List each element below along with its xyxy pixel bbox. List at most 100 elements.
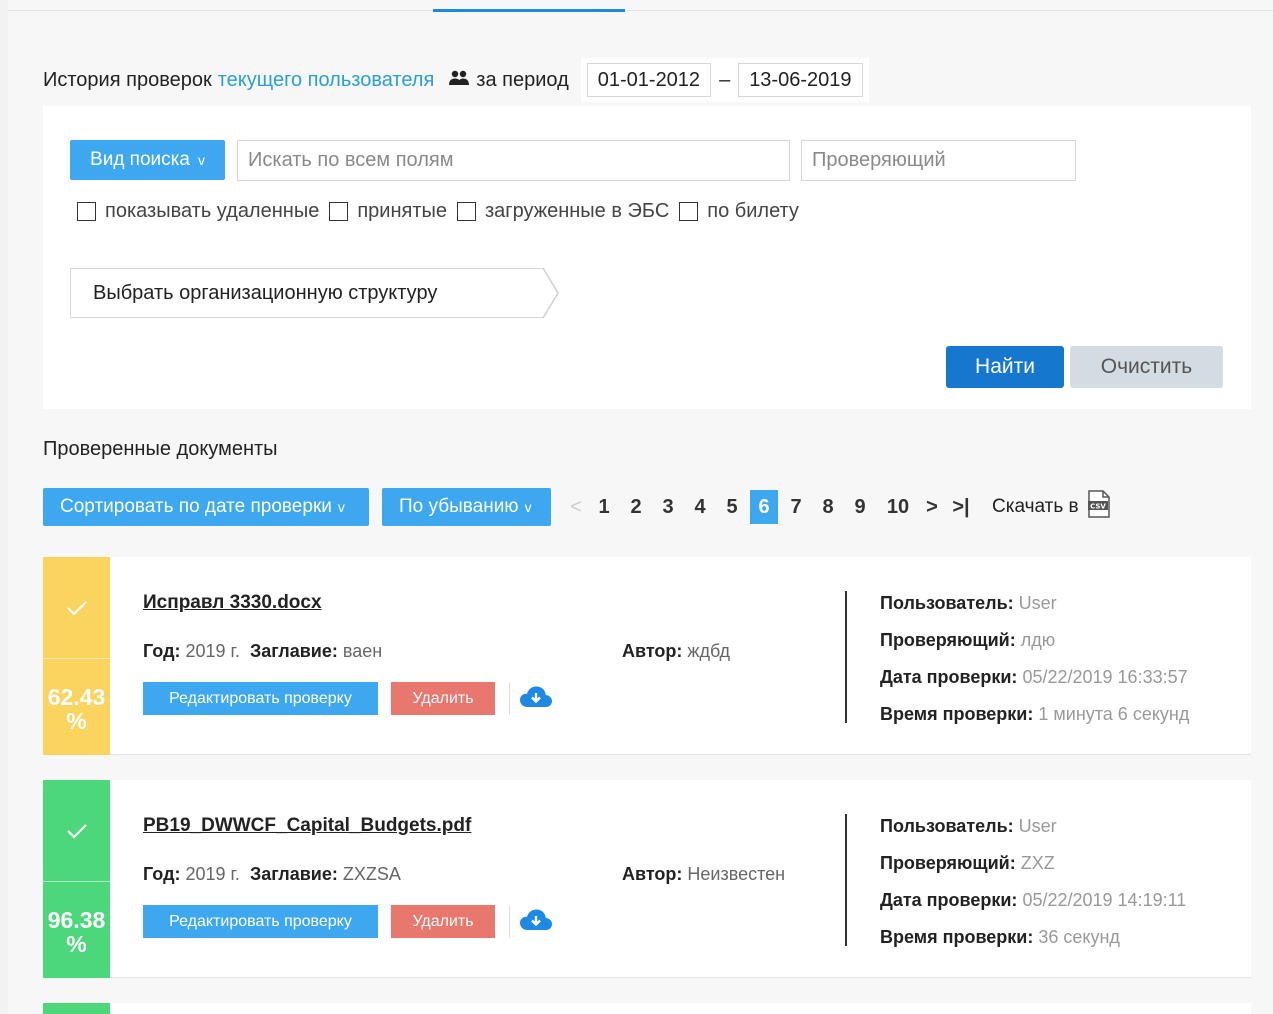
info-user: Пользователь: User	[880, 816, 1057, 837]
pager-next[interactable]: >	[920, 496, 944, 519]
documents-section-title: Проверенные документы	[43, 438, 278, 460]
document-title-link[interactable]: PB19_DWWCF_Capital_Budgets.pdf	[143, 815, 471, 837]
page-2[interactable]: 2	[620, 496, 652, 519]
page-8[interactable]: 8	[812, 496, 844, 519]
caption-label: Заглавие:	[249, 864, 338, 884]
document-card: 96.38 % PB19_DWWCF_Capital_Budgets.pdf Г…	[43, 780, 1251, 978]
date-range-dash: –	[719, 68, 731, 91]
score-percent-sign: %	[66, 708, 87, 734]
score-sidebar: 62.43 %	[43, 557, 110, 755]
time-label: Время проверки:	[880, 927, 1034, 947]
search-all-input[interactable]	[237, 140, 790, 181]
page-5[interactable]: 5	[716, 496, 748, 519]
checkbox-icon[interactable]	[77, 202, 96, 221]
author-value: Неизвестен	[687, 864, 786, 884]
info-checker: Проверяющий: ZXZ	[880, 853, 1055, 874]
search-type-dropdown[interactable]: Вид поиска v	[70, 140, 225, 180]
period-range: 01-01-2012 – 13-06-2019	[580, 58, 869, 102]
checker-value: лдю	[1020, 630, 1056, 650]
pager-last[interactable]: >|	[944, 496, 978, 519]
caption-label: Заглавие:	[249, 641, 338, 661]
checker-input[interactable]	[801, 140, 1076, 181]
checkbox-by-ticket[interactable]: по билету	[679, 200, 799, 223]
action-separator	[509, 683, 510, 715]
date-from-field[interactable]: 01-01-2012	[586, 63, 712, 97]
score-divider	[43, 658, 110, 659]
document-author: Автор: Неизвестен	[622, 864, 785, 885]
user-label: Пользователь:	[880, 593, 1014, 613]
check-icon	[43, 557, 110, 658]
checker-label: Проверяющий:	[880, 630, 1016, 650]
date-label: Дата проверки:	[880, 667, 1018, 687]
chevron-down-icon: v	[197, 152, 205, 168]
cloud-download-icon[interactable]	[519, 908, 553, 932]
chevron-down-icon: v	[524, 499, 532, 515]
order-dropdown[interactable]: По убыванию v	[382, 488, 551, 526]
time-label: Время проверки:	[880, 704, 1034, 724]
time-value: 1 минута 6 секунд	[1038, 704, 1190, 724]
order-label: По убыванию	[399, 496, 519, 517]
document-author: Автор: ждбд	[622, 641, 730, 662]
page-10[interactable]: 10	[876, 496, 920, 519]
checkbox-show-deleted[interactable]: показывать удаленные	[77, 200, 319, 223]
download-label[interactable]: Скачать в	[992, 496, 1079, 518]
svg-text:CSV: CSV	[1090, 503, 1106, 511]
date-value: 05/22/2019 14:19:11	[1022, 890, 1187, 910]
csv-file-icon[interactable]: CSV	[1087, 490, 1111, 524]
score-sidebar: 96.38 %	[43, 780, 110, 978]
page: История проверок текущего пользователя з…	[8, 0, 1273, 1014]
page-7[interactable]: 7	[780, 496, 812, 519]
score-sidebar	[43, 1003, 110, 1014]
top-divider	[8, 10, 1273, 11]
org-structure-button[interactable]: Выбрать организационную структуру	[70, 268, 543, 318]
document-card: 62.43 % Исправл 3330.docx Год: 2019 г. З…	[43, 557, 1251, 755]
checkbox-label: принятые	[357, 200, 447, 222]
checkbox-accepted[interactable]: принятые	[329, 200, 447, 223]
page-3[interactable]: 3	[652, 496, 684, 519]
pager-prev[interactable]: <	[564, 496, 588, 519]
checkbox-label: показывать удаленные	[105, 200, 320, 222]
cloud-download-icon[interactable]	[519, 685, 553, 709]
checkbox-icon[interactable]	[679, 202, 699, 221]
date-to-field[interactable]: 13-06-2019	[738, 63, 863, 97]
edit-check-button[interactable]: Редактировать проверку	[143, 905, 378, 938]
clear-button[interactable]: Очистить	[1070, 346, 1223, 388]
year-value: 2019 г.	[185, 864, 240, 884]
page-6-current[interactable]: 6	[750, 490, 778, 524]
current-user-link[interactable]: текущего пользователя	[218, 69, 435, 92]
history-header: История проверок текущего пользователя з…	[43, 58, 869, 102]
info-check-date: Дата проверки: 05/22/2019 14:19:11	[880, 890, 1186, 911]
score-value: 96.38	[47, 907, 106, 933]
caption-value: ваен	[342, 641, 383, 661]
filter-checkboxes: показывать удаленные принятые загруженны…	[77, 200, 809, 223]
score-percent-sign: %	[66, 931, 87, 957]
info-separator	[845, 814, 847, 946]
checkbox-icon[interactable]	[457, 202, 476, 221]
info-user: Пользователь: User	[880, 593, 1057, 614]
author-label: Автор:	[622, 641, 683, 661]
user-value: User	[1018, 593, 1057, 613]
page-9[interactable]: 9	[844, 496, 876, 519]
document-title-link[interactable]: Исправл 3330.docx	[143, 592, 322, 614]
checkbox-uploaded-ebs[interactable]: загруженные в ЭБС	[457, 200, 669, 223]
sort-dropdown[interactable]: Сортировать по дате проверки v	[43, 488, 369, 526]
arrow-right-icon[interactable]	[542, 267, 560, 319]
sort-label: Сортировать по дате проверки	[60, 496, 332, 517]
checkbox-icon[interactable]	[329, 202, 349, 221]
author-value: ждбд	[687, 641, 730, 661]
page-4[interactable]: 4	[684, 496, 716, 519]
checkbox-label: по билету	[707, 200, 799, 222]
delete-button[interactable]: Удалить	[391, 905, 495, 938]
score-value: 62.43	[47, 684, 106, 710]
delete-button[interactable]: Удалить	[391, 682, 495, 715]
document-meta: Год: 2019 г. Заглавие: ZXZSA	[143, 864, 401, 885]
find-button[interactable]: Найти	[946, 346, 1064, 388]
page-1[interactable]: 1	[588, 496, 620, 519]
score-divider	[43, 881, 110, 882]
date-label: Дата проверки:	[880, 890, 1018, 910]
pagination: < 1 2 3 4 5 6 7 8 9 10 > >| Скачать в CS…	[564, 488, 1111, 526]
edit-check-button[interactable]: Редактировать проверку	[143, 682, 378, 715]
check-icon	[43, 780, 110, 881]
info-check-time: Время проверки: 36 секунд	[880, 927, 1120, 948]
author-label: Автор:	[622, 864, 683, 884]
